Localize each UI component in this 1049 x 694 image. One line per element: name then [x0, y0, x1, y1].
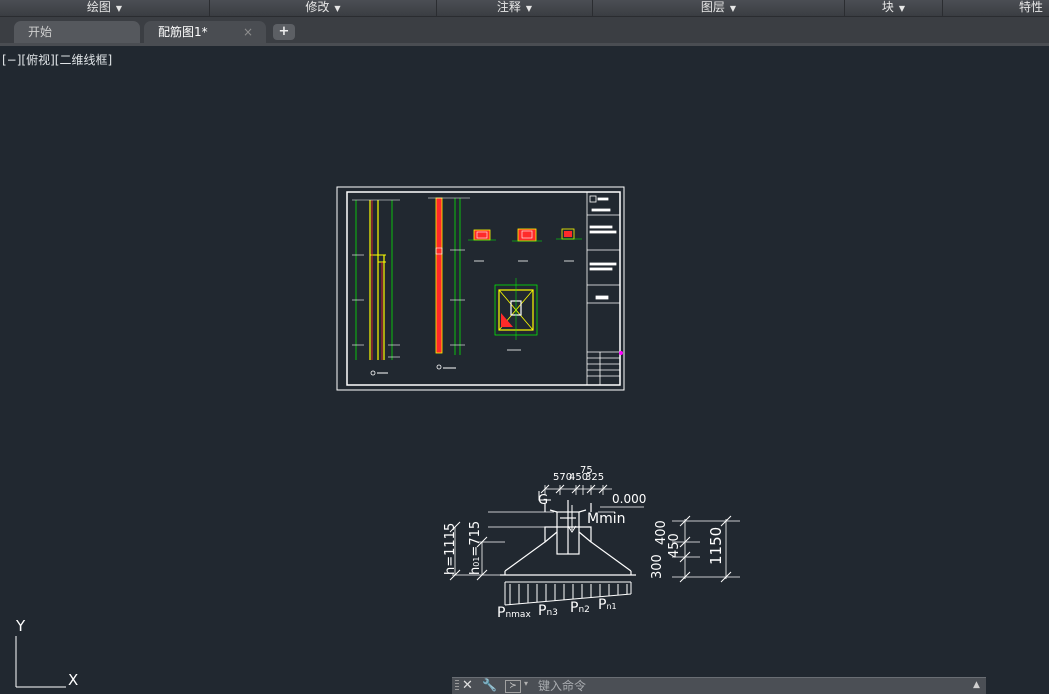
p-n2-label: Pn2 — [570, 600, 590, 616]
tab-start[interactable]: 开始 — [14, 21, 140, 43]
section-labels: 570 450 325 75 0.000 G Mmin 400 450 300 … — [443, 465, 725, 621]
dim-450: 450 — [667, 533, 682, 558]
close-icon[interactable]: × — [243, 25, 253, 39]
wrench-icon[interactable]: 🔧 — [482, 678, 497, 692]
p-n3-sub: n3 — [546, 608, 557, 618]
panel-properties[interactable]: 特性 — [943, 0, 1049, 16]
h-total-label: h=1115 — [443, 523, 458, 575]
p-n3-p: P — [538, 603, 546, 619]
column-elevation-2 — [428, 197, 470, 370]
p-nmax-p: P — [497, 605, 505, 621]
command-line: ✕ 🔧 ≻ ▾ ▲ — [452, 677, 986, 694]
h-partial-val: =715 — [468, 521, 483, 557]
file-tab-bar: 开始 配筋图1* — [0, 17, 1049, 44]
dim-top-75: 75 — [580, 465, 593, 476]
h-partial-label: h01=715 — [468, 521, 483, 575]
ucs-x-label: X — [68, 671, 78, 689]
tab-underline — [0, 43, 1049, 46]
drag-handle[interactable] — [455, 680, 459, 692]
p-n1-p: P — [598, 597, 606, 613]
panel-annotation-label: 注释 — [496, 0, 521, 14]
p-nmax-label: Pnmax — [497, 605, 531, 621]
panel-layers[interactable]: 图层 ▼ — [593, 0, 845, 16]
h-partial-h: h — [468, 567, 483, 575]
panel-layers-label: 图层 — [700, 0, 725, 14]
chevron-down-icon[interactable]: ▾ — [524, 679, 528, 688]
command-input[interactable] — [538, 678, 958, 693]
p-nmax-sub: nmax — [505, 610, 531, 620]
panel-draw[interactable]: 绘图 ▼ — [0, 0, 210, 16]
p-n3-label: Pn3 — [538, 603, 558, 619]
tab-drawing-label: 配筋图1* — [158, 25, 208, 39]
column-elevation-1 — [352, 199, 400, 376]
panel-block-label: 块 — [881, 0, 894, 14]
panel-properties-label: 特性 — [1018, 0, 1043, 14]
prompt-icon[interactable]: ≻ — [505, 680, 521, 693]
chevron-down-icon: ▼ — [334, 4, 341, 13]
viewport-controls[interactable]: [−][俯视][二维线框] — [2, 51, 112, 68]
mmin-label: Mmin — [587, 511, 625, 527]
p-n2-sub: n2 — [578, 605, 589, 615]
panel-annotation[interactable]: 注释 ▼ — [437, 0, 593, 16]
elevation-label: 0.000 — [612, 492, 646, 506]
panel-draw-label: 绘图 — [86, 0, 111, 14]
chevron-down-icon: ▼ — [525, 4, 533, 13]
ucs-y-label: Y — [15, 617, 26, 635]
close-icon[interactable]: ✕ — [462, 678, 473, 693]
chevron-down-icon: ▼ — [115, 4, 123, 13]
h-partial-sub: 01 — [472, 557, 481, 567]
foundation-section — [449, 484, 740, 583]
g-label: G — [538, 493, 548, 508]
p-n1-sub: n1 — [606, 602, 616, 611]
dim-300: 300 — [650, 554, 665, 579]
p-n2-p: P — [570, 600, 578, 616]
p-n1-label: Pn1 — [598, 597, 617, 613]
ribbon-panel-bar: 绘图 ▼ 修改 ▼ 注释 ▼ 图层 ▼ 块 ▼ 特性 — [0, 0, 1049, 17]
title-block — [586, 192, 620, 385]
panel-modify[interactable]: 修改 ▼ — [210, 0, 437, 16]
grip-marker[interactable] — [619, 351, 623, 355]
foundation-plan — [494, 278, 538, 351]
new-tab-button[interactable]: + — [273, 24, 295, 40]
chevron-up-icon[interactable]: ▲ — [973, 680, 980, 690]
panel-block[interactable]: 块 ▼ — [845, 0, 943, 16]
drawing-canvas[interactable]: 570 450 325 75 0.000 G Mmin 400 450 300 … — [0, 0, 1049, 693]
section-details — [468, 228, 582, 262]
dim-1150: 1150 — [707, 527, 725, 565]
chevron-down-icon: ▼ — [729, 4, 737, 13]
sheet-frame — [336, 186, 625, 391]
tab-start-label: 开始 — [28, 25, 53, 39]
panel-modify-label: 修改 — [305, 0, 330, 14]
chevron-down-icon: ▼ — [898, 4, 906, 13]
ucs-icon: Y X — [15, 617, 78, 689]
